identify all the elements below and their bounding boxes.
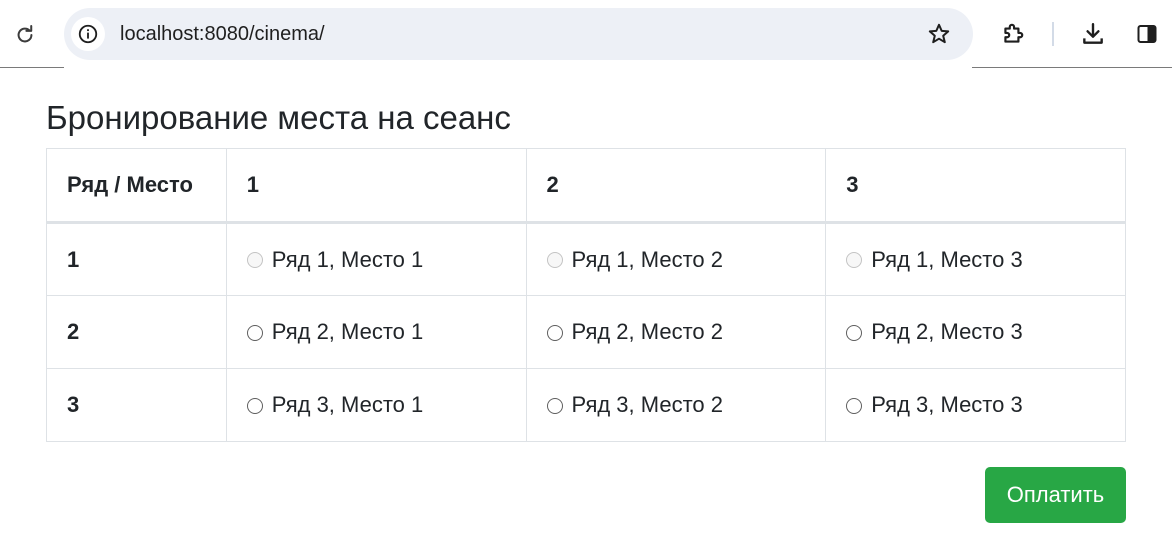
seat-cell: Ряд 3, Место 1 <box>225 368 527 442</box>
row-header: 3 <box>46 368 227 442</box>
seat-radio[interactable] <box>546 397 563 414</box>
seat-radio[interactable] <box>246 324 263 341</box>
seat-cell: Ряд 3, Место 2 <box>525 368 827 442</box>
reload-button[interactable] <box>8 18 42 52</box>
download-icon <box>1080 21 1106 47</box>
seat-option[interactable]: Ряд 3, Место 1 <box>246 392 526 418</box>
side-panel-button[interactable] <box>1130 17 1164 51</box>
browser-toolbar: localhost:8080/cinema/ <box>0 0 1172 68</box>
seat-radio <box>546 252 563 268</box>
site-info-button[interactable] <box>71 17 105 51</box>
seat-option-label: Ряд 1, Место 2 <box>571 246 724 272</box>
side-panel-icon <box>1135 22 1159 46</box>
info-icon <box>77 23 99 45</box>
seat-radio[interactable] <box>846 397 863 414</box>
table-row: 1 Ряд 1, Место 1 Ряд 1, Место 2 Ряд 1, М… <box>46 222 1126 296</box>
seat-cell: Ряд 1, Место 3 <box>825 222 1126 296</box>
extensions-button[interactable] <box>996 17 1030 51</box>
table-row: 2 Ряд 2, Место 1 Ряд 2, Место 2 Ряд 2, М… <box>46 295 1126 369</box>
table-header-row: Ряд / Место 1 2 3 <box>46 148 1126 224</box>
bookmark-button[interactable] <box>925 20 953 48</box>
reload-icon <box>14 24 36 46</box>
seat-option[interactable]: Ряд 3, Место 2 <box>546 392 826 418</box>
seat-column-header: 2 <box>525 148 827 224</box>
address-bar-underlay <box>64 60 972 68</box>
seat-radio[interactable] <box>846 324 863 341</box>
seat-radio <box>246 252 263 268</box>
seat-option-label[interactable]: Ряд 3, Место 3 <box>871 392 1023 418</box>
row-header: 1 <box>46 222 227 296</box>
seat-table: Ряд / Место 1 2 3 1 Ряд 1, Место 1 Ряд 1… <box>46 148 1126 442</box>
seat-option-label[interactable]: Ряд 2, Место 2 <box>572 319 724 345</box>
downloads-button[interactable] <box>1076 17 1110 51</box>
toolbar-separator <box>1052 22 1054 46</box>
seat-radio[interactable] <box>246 397 263 414</box>
star-icon <box>927 22 951 46</box>
url-text[interactable]: localhost:8080/cinema/ <box>120 22 325 46</box>
pay-button[interactable]: Оплатить <box>985 467 1126 523</box>
seat-option: Ряд 1, Место 1 <box>246 246 526 273</box>
table-row: 3 Ряд 3, Место 1 Ряд 3, Место 2 Ряд 3, М… <box>46 368 1126 442</box>
seat-option: Ряд 1, Место 2 <box>546 246 826 273</box>
seat-column-header: 3 <box>825 148 1126 224</box>
seat-option-label: Ряд 1, Место 1 <box>271 246 424 272</box>
seat-column-header: 1 <box>225 148 527 224</box>
seat-option-label[interactable]: Ряд 2, Место 3 <box>871 319 1023 345</box>
seat-option-label[interactable]: Ряд 3, Место 1 <box>272 392 424 418</box>
seat-cell: Ряд 1, Место 2 <box>525 222 827 296</box>
seat-option-label[interactable]: Ряд 3, Место 2 <box>572 392 724 418</box>
seat-option-label: Ряд 1, Место 3 <box>871 246 1023 272</box>
seat-option[interactable]: Ряд 3, Место 3 <box>846 392 1125 418</box>
seat-cell: Ряд 2, Место 3 <box>825 295 1126 369</box>
corner-header: Ряд / Место <box>46 148 227 224</box>
seat-cell: Ряд 2, Место 2 <box>525 295 827 369</box>
seat-cell: Ряд 1, Место 1 <box>225 222 527 296</box>
seat-radio[interactable] <box>546 324 563 341</box>
seat-option[interactable]: Ряд 2, Место 1 <box>246 319 526 345</box>
seat-option-label[interactable]: Ряд 2, Место 1 <box>272 319 424 345</box>
seat-option[interactable]: Ряд 2, Место 2 <box>546 319 826 345</box>
seat-option: Ряд 1, Место 3 <box>846 247 1125 273</box>
address-bar[interactable]: localhost:8080/cinema/ <box>64 8 973 60</box>
row-header: 2 <box>46 295 227 369</box>
seat-cell: Ряд 3, Место 3 <box>825 368 1126 442</box>
seat-cell: Ряд 2, Место 1 <box>225 295 527 369</box>
seat-option[interactable]: Ряд 2, Место 3 <box>846 319 1125 345</box>
puzzle-icon <box>1000 21 1026 47</box>
page-title: Бронирование места на сеанс <box>46 99 511 136</box>
seat-radio <box>846 252 863 268</box>
